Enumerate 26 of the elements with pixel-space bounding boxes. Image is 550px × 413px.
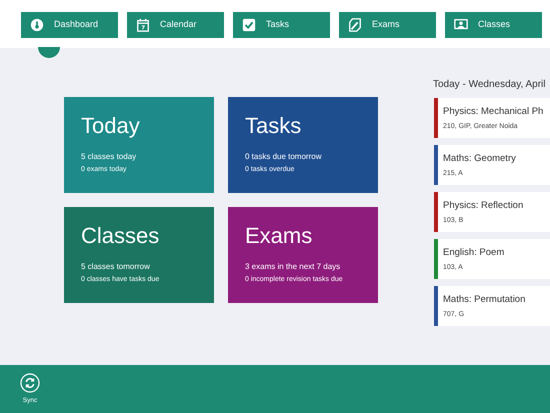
tile-summary: 5 classes tomorrow — [81, 261, 151, 273]
gauge-icon — [30, 18, 44, 32]
tile-title: Exams — [245, 223, 314, 249]
class-subject: Physics: Mechanical Ph — [443, 105, 544, 119]
tile-title: Tasks — [245, 113, 302, 139]
tile-title: Classes — [81, 223, 160, 249]
nav-button[interactable]: Classes — [445, 12, 542, 38]
paper-pencil-icon — [348, 18, 362, 32]
presentation-icon — [454, 18, 468, 32]
nav-button[interactable]: Exams — [339, 12, 436, 38]
tile-summary: 5 classes today — [81, 151, 138, 163]
sync-icon — [20, 373, 40, 393]
nav-button[interactable]: Tasks — [233, 12, 330, 38]
class-subject: Physics: Reflection — [443, 199, 524, 213]
checkbox-icon — [242, 18, 256, 32]
calendar-icon — [136, 18, 150, 32]
tile-title: Today — [81, 113, 141, 139]
class-subject: Maths: Permutation — [443, 293, 526, 307]
tile-summary: 3 exams in the next 7 days — [245, 261, 342, 273]
tile-summary: 0 tasks due tomorrow — [245, 151, 322, 163]
schedule-heading: Today - Wednesday, April — [433, 78, 546, 92]
nav-button[interactable]: Calendar — [127, 12, 224, 38]
nav-button[interactable]: Dashboard — [21, 12, 118, 38]
logo-shape — [38, 47, 60, 58]
class-subject: Maths: Geometry — [443, 152, 516, 166]
class-subject: English: Poem — [443, 246, 504, 260]
